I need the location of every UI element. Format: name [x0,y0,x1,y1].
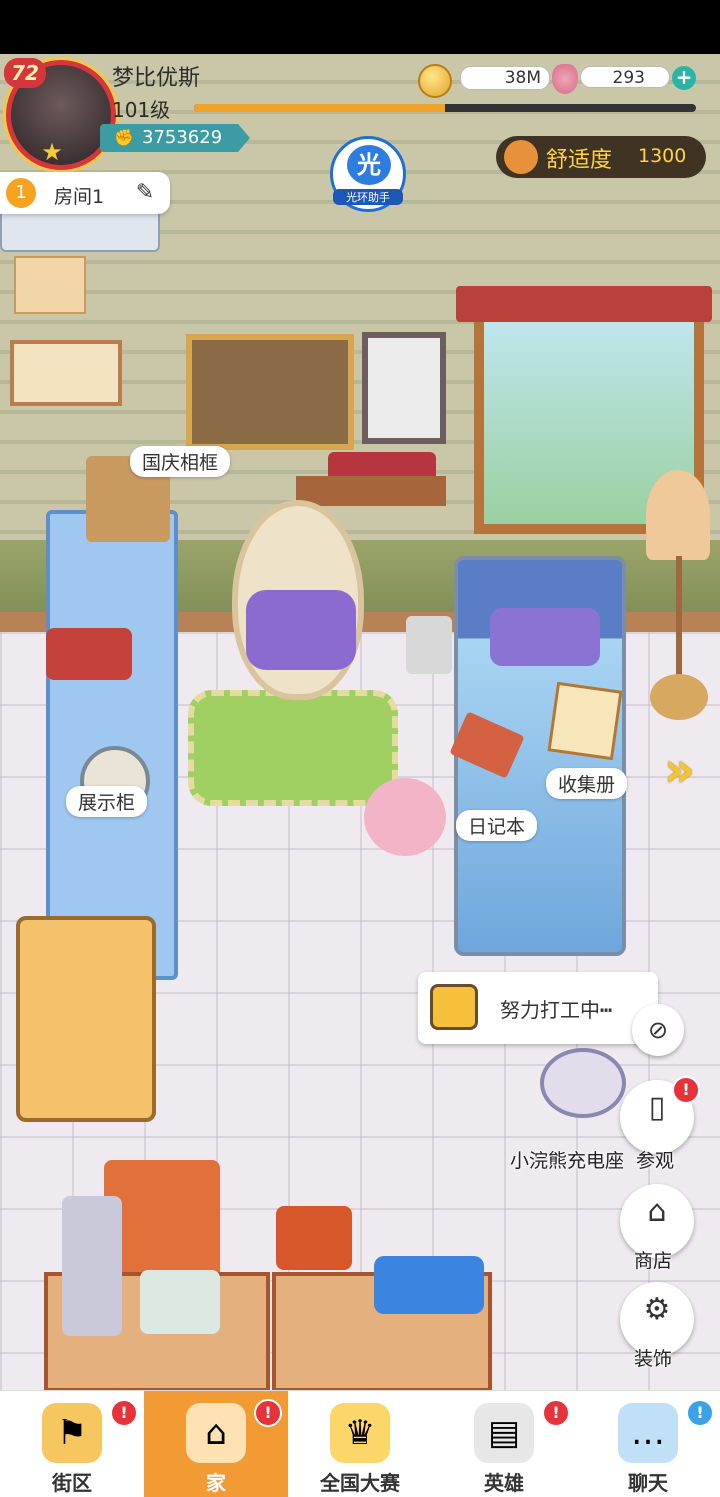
briefcase-icon [430,984,478,1030]
frame-label[interactable]: 国庆相框 [130,446,231,477]
comfort-label: 舒适度 [546,148,613,173]
coin-icon [418,64,452,98]
joystick-device[interactable] [140,1270,220,1334]
add-gems-button[interactable]: + [672,66,696,90]
wall-shelf [296,476,446,506]
room-number: 1 [6,178,36,208]
green-rug[interactable] [188,690,398,806]
fridge[interactable] [16,916,156,1122]
moon-pillow [490,608,600,666]
edit-icon[interactable]: ✎ [130,178,160,208]
comfort-value: 1300 [638,145,687,167]
red-toolbox[interactable] [276,1206,352,1270]
star-icon: ★ [41,138,63,166]
toy-truck[interactable] [46,628,132,680]
visit-label[interactable]: 参观 [636,1146,674,1173]
helper-label: 光环助手 [333,189,403,205]
decorate-label[interactable]: 装饰 [634,1344,672,1371]
visit-alert-badge: ! [672,1076,700,1104]
xp-fill [194,104,445,112]
nav-chat-badge: ! [686,1399,714,1427]
wall-poster[interactable] [14,256,86,314]
photo-frame[interactable] [186,334,354,450]
room-name: 房间1 [54,186,105,208]
display-cabinet[interactable] [46,510,178,980]
lamp-base [650,674,708,720]
collection-book[interactable] [547,681,623,761]
gem-amount: 293 [580,66,670,88]
purple-cushions [246,590,356,670]
robot-toy[interactable] [62,1196,122,1336]
robot-vacuum[interactable] [540,1048,626,1118]
cards-icon: ▤ [474,1403,534,1463]
nav-district[interactable]: ⚑ 街区 ! [0,1391,144,1497]
nav-heroes-label: 英雄 [484,1471,524,1495]
nav-home-badge: ! [254,1399,282,1427]
nav-chat[interactable]: … 聊天 ! [576,1391,720,1497]
nav-tournament[interactable]: ♛ 全国大赛 [288,1391,432,1497]
work-status-text: 努力打工中┅ [500,998,613,1022]
nav-home[interactable]: ⌂ 家 ! [144,1391,288,1497]
player-name: 梦比优斯 [112,66,201,91]
gem-icon [552,64,578,94]
floor-lamp[interactable] [646,470,710,560]
halo-helper-button[interactable]: 光 光环助手 [330,136,406,212]
shop-icon: ⌂ [647,1194,667,1229]
status-bar [0,0,720,54]
helper-badge: 光 [347,145,391,185]
diary-label[interactable]: 日记本 [456,810,538,841]
fist-icon: ✊ [114,128,134,147]
nav-tournament-label: 全国大赛 [320,1471,400,1495]
raccoon-icon [504,140,538,174]
xp-bar [194,104,696,112]
avatar-level-badge: 72 [4,58,46,88]
player-level: 101级 [112,98,171,122]
gear-icon: ⚙ [643,1292,671,1327]
bottom-nav: ⚑ 街区 ! ⌂ 家 ! ♛ 全国大赛 ▤ 英雄 ! … 聊天 ! [0,1390,720,1497]
power-display: ✊ 3753629 [100,124,250,152]
chat-icon: … [618,1403,678,1463]
window-curtain-rod [456,286,712,322]
next-room-arrow-icon[interactable]: » [664,740,712,800]
nav-chat-label: 聊天 [628,1471,668,1495]
award-certificate[interactable] [10,340,122,406]
room-tag[interactable]: 1 房间1 ✎ [0,172,170,214]
portrait-frame[interactable] [362,332,446,444]
nav-heroes-badge: ! [542,1399,570,1427]
snack-bucket[interactable] [406,616,452,674]
house-icon: ⌂ [186,1403,246,1463]
nav-home-label: 家 [206,1471,226,1495]
power-value: 3753629 [142,127,223,148]
comfort-display[interactable]: 舒适度 1300 [496,136,706,178]
shop-label[interactable]: 商店 [634,1246,672,1273]
robot-label[interactable]: 小浣熊充电座 [510,1146,624,1173]
cabinet-label[interactable]: 展示柜 [66,786,148,817]
nav-heroes[interactable]: ▤ 英雄 ! [432,1391,576,1497]
taptap-boombox[interactable] [374,1256,484,1314]
nav-district-badge: ! [110,1399,138,1427]
pink-pouf[interactable] [364,778,446,856]
trophy-icon: ♛ [330,1403,390,1463]
work-status-bubble[interactable]: 努力打工中┅ [418,972,658,1044]
nav-district-label: 街区 [52,1471,92,1495]
hide-eye-icon[interactable]: ⊘ [632,1004,684,1056]
lamp-pole [676,556,682,686]
coin-amount: 38M [460,66,550,90]
collection-label[interactable]: 收集册 [546,768,628,799]
signpost-icon: ⚑ [42,1403,102,1463]
